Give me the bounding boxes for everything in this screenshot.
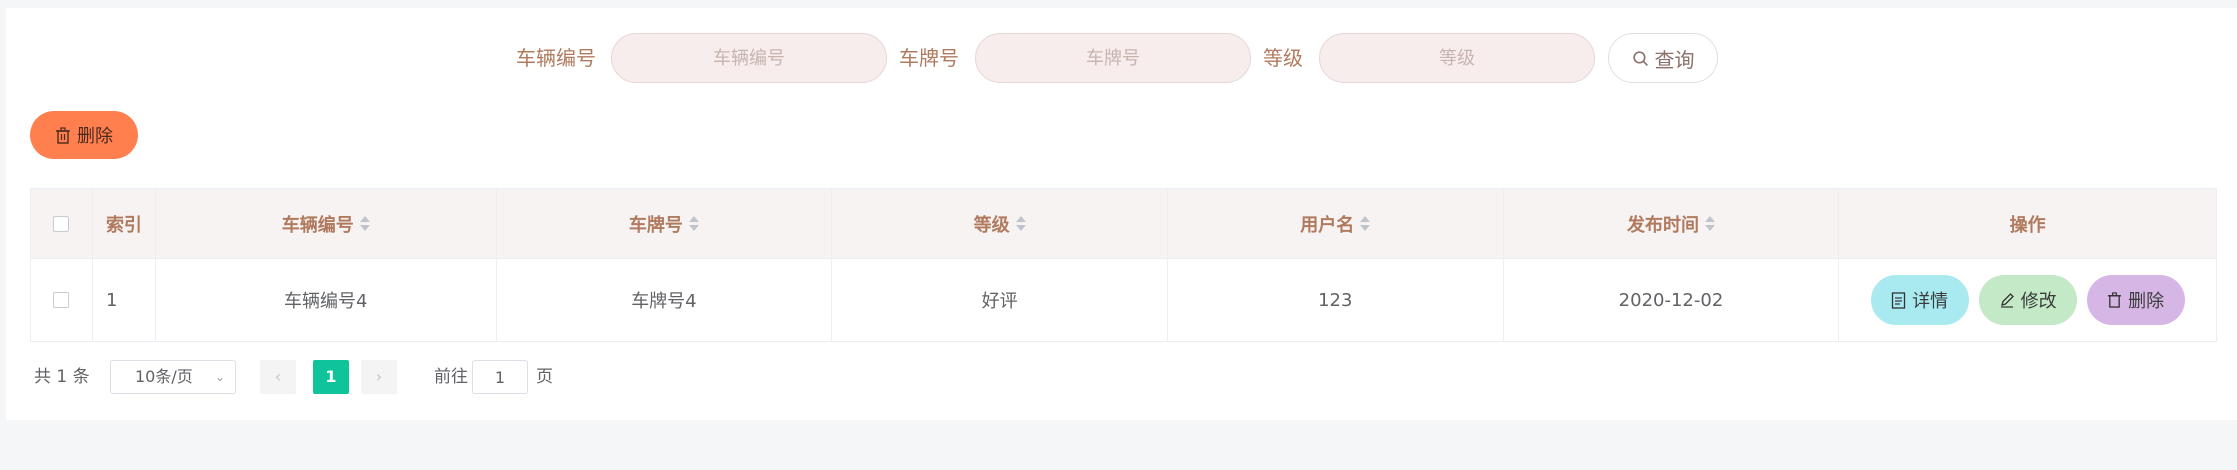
- cell-grade: 好评: [832, 259, 1168, 341]
- query-label: 查询: [1654, 47, 1695, 72]
- detail-label: 详情: [1912, 291, 1949, 312]
- trash-icon: [2107, 292, 2122, 308]
- main-panel: 车辆编号 车牌号 等级 查询 删除 索引 车辆编号 车牌号 等级 用户名 发布时…: [6, 8, 2237, 420]
- chevron-left-icon: ‹: [274, 367, 282, 386]
- header-publish-time-label: 发布时间: [1626, 214, 1699, 236]
- sort-icon[interactable]: [1704, 216, 1715, 231]
- page-size-value: 10条/页: [135, 367, 193, 386]
- header-username[interactable]: 用户名: [1168, 189, 1504, 258]
- header-grade-label: 等级: [973, 214, 1010, 236]
- header-index-label: 索引: [105, 214, 142, 236]
- header-plate-no-label: 车牌号: [628, 214, 683, 236]
- select-all-checkbox[interactable]: [53, 215, 70, 232]
- plate-no-input[interactable]: [975, 33, 1251, 83]
- search-bar: 车辆编号 车牌号 等级 查询: [6, 33, 2237, 83]
- data-table: 索引 车辆编号 车牌号 等级 用户名 发布时间 操作 1 车辆编号4 车牌号4 …: [30, 188, 2217, 342]
- table-header: 索引 车辆编号 车牌号 等级 用户名 发布时间 操作: [31, 189, 2216, 258]
- header-actions-label: 操作: [2009, 214, 2046, 236]
- batch-delete-label: 删除: [77, 126, 113, 147]
- header-publish-time[interactable]: 发布时间: [1504, 189, 1840, 258]
- goto-page-input[interactable]: [472, 360, 528, 394]
- grade-input[interactable]: [1319, 33, 1595, 83]
- header-vehicle-no[interactable]: 车辆编号: [156, 189, 497, 258]
- goto-label: 前往: [434, 367, 468, 387]
- vehicle-no-input[interactable]: [611, 33, 887, 83]
- sort-icon[interactable]: [688, 216, 699, 231]
- header-index: 索引: [93, 189, 156, 258]
- row-delete-label: 删除: [2128, 291, 2165, 312]
- header-plate-no[interactable]: 车牌号: [497, 189, 833, 258]
- edit-icon: [1999, 292, 2015, 308]
- edit-button[interactable]: 修改: [1978, 275, 2077, 325]
- search-icon: [1632, 50, 1649, 67]
- header-grade[interactable]: 等级: [832, 189, 1168, 258]
- page-number-1[interactable]: 1: [313, 360, 349, 394]
- next-page-button[interactable]: ›: [361, 360, 397, 394]
- cell-plate-no: 车牌号4: [497, 259, 833, 341]
- row-delete-button[interactable]: 删除: [2086, 275, 2185, 325]
- header-username-label: 用户名: [1300, 214, 1355, 236]
- cell-publish-time: 2020-12-02: [1504, 259, 1840, 341]
- cell-username: 123: [1168, 259, 1504, 341]
- page-suffix: 页: [536, 367, 553, 387]
- vehicle-no-label: 车辆编号: [516, 46, 596, 70]
- batch-delete-button[interactable]: 删除: [30, 111, 138, 159]
- row-checkbox[interactable]: [53, 292, 70, 308]
- chevron-right-icon: ›: [375, 367, 383, 386]
- detail-button[interactable]: 详情: [1870, 275, 1969, 325]
- header-vehicle-no-label: 车辆编号: [281, 214, 354, 236]
- sort-icon[interactable]: [1360, 216, 1371, 231]
- sort-icon[interactable]: [359, 216, 370, 231]
- prev-page-button[interactable]: ‹: [260, 360, 296, 394]
- cell-actions: 详情 修改 删除: [1839, 259, 2216, 341]
- plate-no-label: 车牌号: [899, 46, 959, 70]
- trash-icon: [55, 126, 71, 144]
- pagination: 共 1 条 10条/页 ⌄ ‹ 1 › 前往 页: [30, 360, 730, 394]
- grade-label: 等级: [1263, 46, 1303, 70]
- row-select-cell: [31, 259, 93, 341]
- page-size-select[interactable]: 10条/页 ⌄: [110, 360, 236, 394]
- cell-vehicle-no: 车辆编号4: [156, 259, 497, 341]
- header-select-cell: [31, 189, 93, 258]
- header-actions: 操作: [1839, 189, 2216, 258]
- chevron-down-icon: ⌄: [214, 370, 225, 384]
- document-icon: [1891, 291, 1906, 309]
- table-row: 1 车辆编号4 车牌号4 好评 123 2020-12-02 详情 修改 删除: [31, 258, 2216, 341]
- edit-label: 修改: [2020, 291, 2057, 312]
- total-count: 共 1 条: [34, 367, 90, 387]
- sort-icon[interactable]: [1015, 216, 1026, 231]
- cell-index: 1: [93, 259, 156, 341]
- query-button[interactable]: 查询: [1608, 33, 1718, 83]
